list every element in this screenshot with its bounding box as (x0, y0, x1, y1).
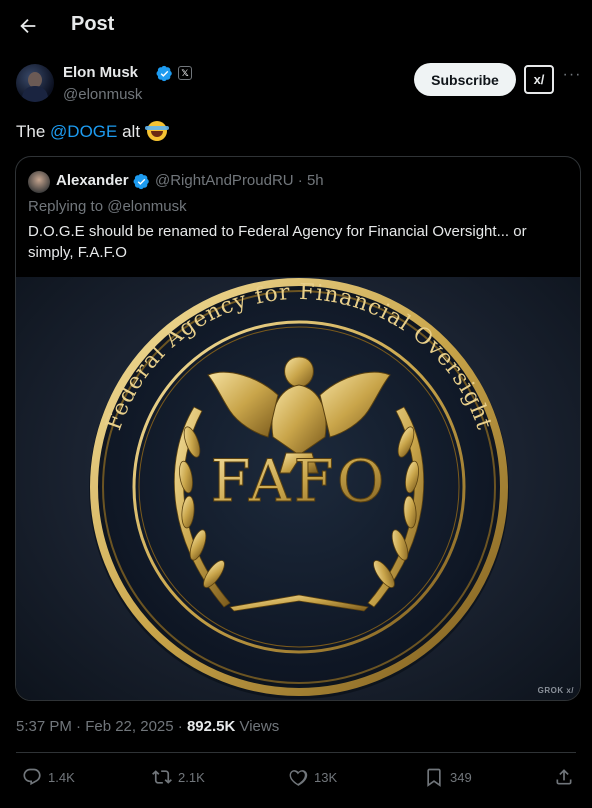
tweet-text: The @DOGE alt (16, 121, 169, 142)
author-handle[interactable]: @elonmusk (63, 86, 142, 103)
repost-count: 2.1K (178, 769, 205, 785)
post-meta: 5:37 PM · Feb 22, 2025 · 892.5K Views (16, 718, 279, 735)
divider (16, 752, 576, 753)
views-label: Views (235, 718, 280, 735)
action-bar: 1.4K 2.1K 13K 349 (16, 764, 576, 790)
reply-button[interactable]: 1.4K (22, 764, 75, 790)
subscribe-button[interactable]: Subscribe (414, 63, 516, 96)
fafo-seal-image: Federal Agency for Financial Oversight F… (89, 278, 509, 699)
verified-icon (156, 65, 172, 82)
repost-icon (152, 770, 172, 784)
share-button[interactable] (554, 764, 580, 790)
quoted-text: D.O.G.E should be renamed to Federal Age… (28, 223, 527, 261)
like-button[interactable]: 13K (288, 764, 337, 790)
post-timestamp[interactable]: 5:37 PM · Feb 22, 2025 · (16, 718, 187, 735)
author-name[interactable]: Elon Musk (63, 64, 138, 81)
x-logo-icon: 𝕏 (178, 66, 192, 80)
more-icon[interactable]: ··· (562, 67, 582, 88)
back-arrow-icon[interactable] (14, 12, 42, 40)
bookmark-count: 349 (450, 769, 472, 785)
bookmark-button[interactable]: 349 (424, 764, 472, 790)
grok-watermark: GROK x/ (537, 686, 574, 695)
replying-to: Replying to @elonmusk (28, 198, 187, 215)
share-icon (556, 769, 572, 785)
quoted-post[interactable]: Alexander @RightAndProudRU · 5h Replying… (15, 156, 581, 701)
repost-button[interactable]: 2.1K (152, 764, 205, 790)
top-bar: Post (0, 0, 592, 52)
seal-center-text: FAFO (211, 447, 388, 515)
quoted-author-name[interactable]: Alexander (56, 172, 129, 189)
page-title: Post (71, 13, 115, 35)
reply-icon (23, 768, 41, 786)
mention-link[interactable]: @DOGE (50, 122, 117, 141)
reply-count: 1.4K (48, 769, 75, 785)
like-count: 13K (314, 769, 338, 785)
tweet-text-suffix: alt (117, 122, 141, 141)
avatar[interactable] (28, 171, 50, 193)
quoted-image[interactable]: Federal Agency for Financial Oversight F… (16, 277, 580, 700)
like-icon (289, 770, 308, 786)
tweet-text-prefix: The (16, 122, 51, 141)
verified-icon (133, 173, 149, 190)
bookmark-icon (427, 768, 441, 787)
laughing-emoji-icon (144, 121, 169, 141)
views-count: 892.5K (186, 718, 236, 735)
avatar[interactable] (16, 64, 54, 102)
quoted-handle-time[interactable]: @RightAndProudRU · 5h (155, 172, 324, 189)
grok-icon[interactable]: x/ (524, 65, 554, 94)
